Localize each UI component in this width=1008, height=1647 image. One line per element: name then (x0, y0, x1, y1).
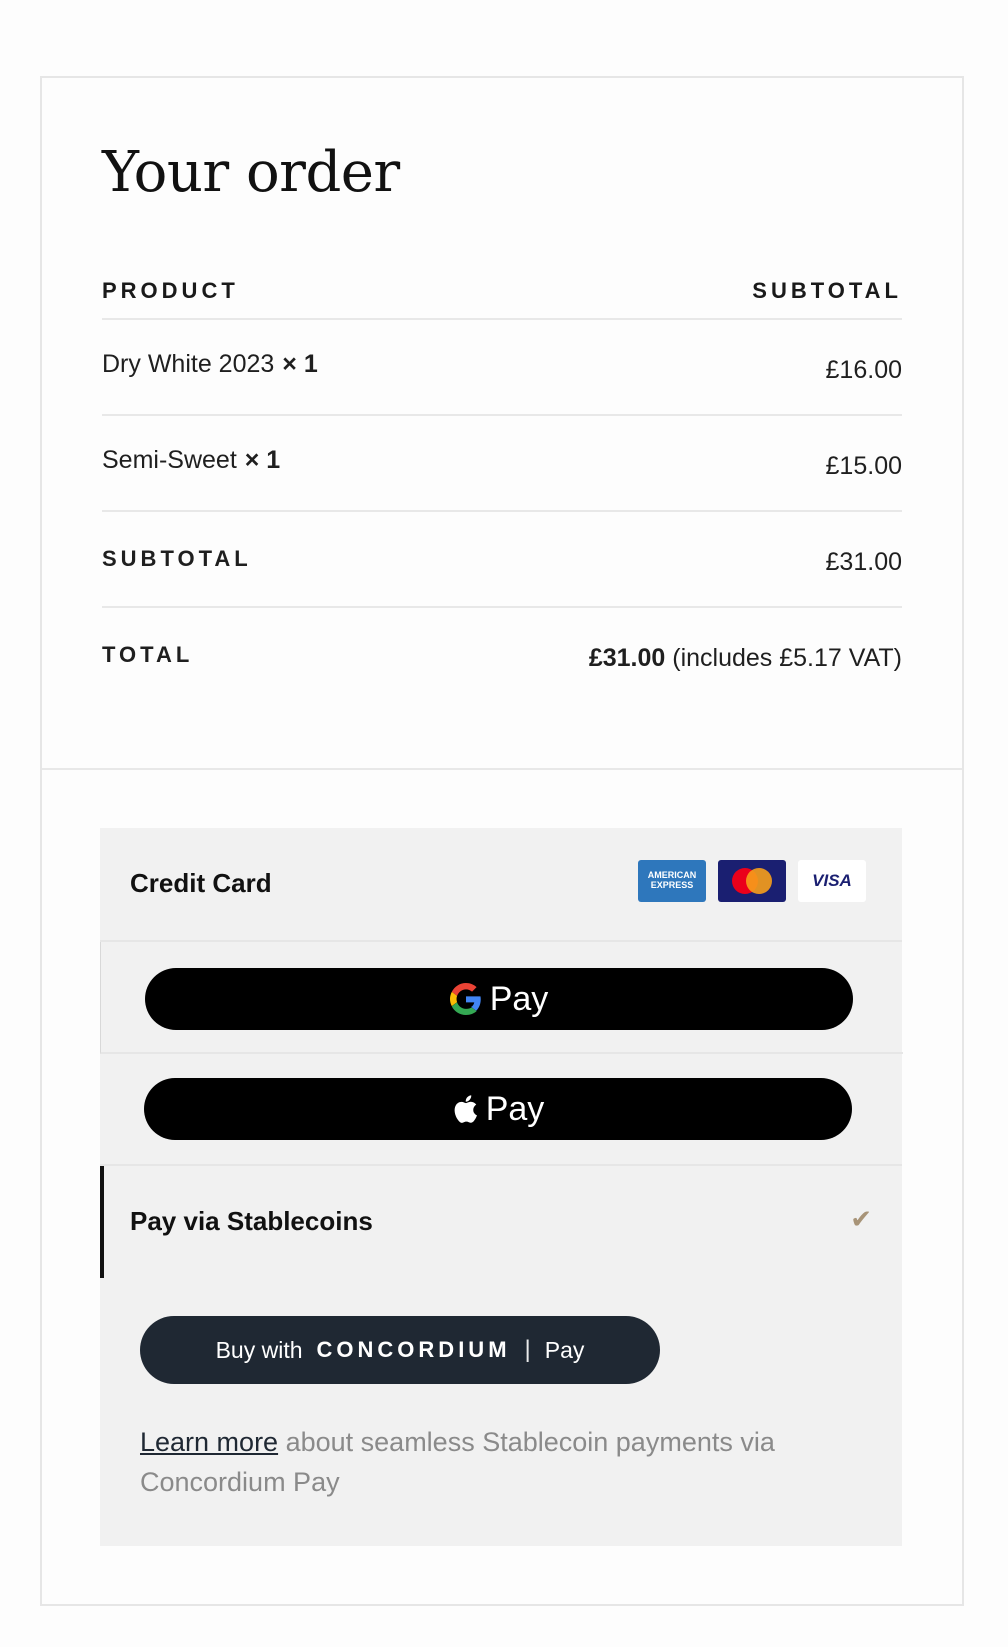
amex-logo: AMERICAN EXPRESS (638, 860, 706, 902)
concordium-logo-text: CONCORDIUM (316, 1337, 511, 1362)
apple-icon (454, 1095, 477, 1123)
subtotal-value: £31.00 (825, 548, 902, 576)
google-pay-row: Pay (100, 942, 903, 1054)
product-price: £16.00 (825, 356, 902, 384)
concordium-suffix: Pay (544, 1336, 585, 1363)
order-item-row: Dry White 2023 × 1 £16.00 (102, 318, 902, 420)
google-g-icon (449, 983, 481, 1015)
order-summary: Your order PRODUCT SUBTOTAL Dry White 20… (42, 78, 962, 770)
vat-note: (includes £5.17 VAT) (672, 644, 902, 672)
order-item-row: Semi-Sweet × 1 £15.00 (102, 414, 902, 516)
product-column-header: PRODUCT (102, 278, 239, 303)
checkmark-icon: ✔ (850, 1204, 872, 1234)
product-price: £15.00 (825, 452, 902, 480)
learn-more-text: Learn more about seamless Stablecoin pay… (140, 1422, 840, 1502)
payment-method-stablecoins[interactable]: Pay via Stablecoins ✔ (100, 1166, 902, 1278)
product-name: Dry White 2023 (102, 350, 275, 378)
page-title: Your order (102, 140, 400, 205)
product-quantity: × 1 (282, 350, 318, 378)
apple-pay-button[interactable]: Pay (144, 1078, 852, 1140)
credit-card-label: Credit Card (130, 868, 272, 898)
stablecoins-label: Pay via Stablecoins (130, 1206, 373, 1236)
total-value: £31.00 (588, 644, 666, 672)
subtotal-row: SUBTOTAL £31.00 (102, 510, 902, 612)
visa-logo: VISA (798, 860, 866, 902)
concordium-prefix: Buy with (215, 1336, 303, 1363)
learn-more-link[interactable]: Learn more (140, 1427, 278, 1457)
concordium-separator: | (524, 1336, 531, 1363)
product-name: Semi-Sweet (102, 446, 237, 474)
section-divider (42, 768, 962, 770)
mastercard-logo (718, 860, 786, 902)
apple-pay-row: Pay (100, 1054, 902, 1166)
total-label: TOTAL (102, 642, 194, 667)
concordium-pay-button[interactable]: Buy with CONCORDIUM | Pay (140, 1316, 660, 1384)
payment-methods: Credit Card AMERICAN EXPRESS VISA Pay Pa… (100, 828, 903, 1546)
card-logos: AMERICAN EXPRESS VISA (638, 860, 866, 902)
google-pay-label: Pay (489, 979, 549, 1018)
payment-method-credit-card[interactable]: Credit Card AMERICAN EXPRESS VISA (100, 828, 902, 942)
product-quantity: × 1 (244, 446, 281, 474)
subtotal-column-header: SUBTOTAL (752, 278, 902, 303)
google-pay-button[interactable]: Pay (145, 968, 853, 1030)
apple-pay-label: Pay (485, 1089, 545, 1128)
total-row: TOTAL £31.00 (includes £5.17 VAT) (102, 606, 902, 708)
subtotal-label: SUBTOTAL (102, 546, 252, 571)
